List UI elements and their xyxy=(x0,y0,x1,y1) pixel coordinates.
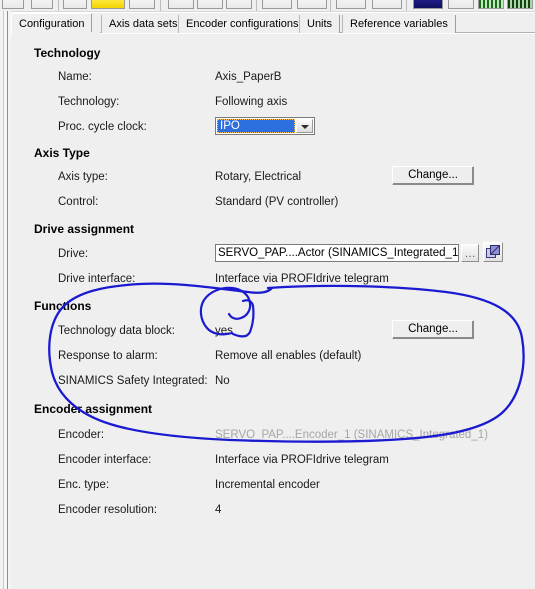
group-title-axis-type: Axis Type xyxy=(34,146,90,160)
label-encoder-resolution: Encoder resolution: xyxy=(58,504,158,516)
toolbar-separator-2 xyxy=(160,0,161,11)
ellipsis-icon: ... xyxy=(465,248,476,260)
toolbar-separator-4 xyxy=(330,0,331,11)
proc-cycle-clock-selected: IPO xyxy=(217,119,295,133)
tab-axis-data-sets[interactable]: Axis data sets xyxy=(101,15,186,33)
application-window: Configuration Axis data sets Encoder con… xyxy=(0,0,535,589)
group-title-encoder-assignment: Encoder assignment xyxy=(34,402,153,416)
tab-reference-variables-label: Reference variables xyxy=(350,18,448,30)
group-title-drive-assignment: Drive assignment xyxy=(34,222,135,236)
value-control: Standard (PV controller) xyxy=(215,196,339,208)
drive-browse-button[interactable]: ... xyxy=(461,244,479,262)
open-object-icon xyxy=(486,245,500,258)
label-control: Control: xyxy=(58,196,99,208)
label-name: Name: xyxy=(58,71,92,83)
value-response-to-alarm: Remove all enables (default) xyxy=(215,350,362,362)
toolbar-button-6[interactable] xyxy=(197,0,223,9)
group-title-functions: Functions xyxy=(34,299,92,313)
value-axis-type: Rotary, Electrical xyxy=(215,171,302,183)
toolbar-button-8[interactable] xyxy=(262,0,292,9)
toolbar-button-5[interactable] xyxy=(168,0,194,9)
toolbar-separator-3 xyxy=(256,0,257,11)
drive-goto-button[interactable] xyxy=(483,242,503,262)
proc-cycle-clock-dropdown-button[interactable] xyxy=(296,119,313,133)
group-title-technology: Technology xyxy=(34,46,101,60)
label-sinamics-safety-integrated: SINAMICS Safety Integrated: xyxy=(58,375,208,387)
toolbar-button-13[interactable] xyxy=(448,0,474,9)
label-response-to-alarm: Response to alarm: xyxy=(58,350,158,362)
label-axis-type: Axis type: xyxy=(58,171,108,183)
toolbar xyxy=(0,0,535,12)
tab-panel: Configuration Axis data sets Encoder con… xyxy=(11,13,535,589)
tab-configuration-label: Configuration xyxy=(19,18,85,30)
tab-units-label: Units xyxy=(307,18,333,30)
value-sinamics-safety-integrated: No xyxy=(215,375,230,387)
toolbar-button-2[interactable] xyxy=(31,0,53,9)
toolbar-button-12[interactable] xyxy=(413,0,443,9)
toolbar-separator-5 xyxy=(406,0,407,11)
tab-reference-variables[interactable]: Reference variables xyxy=(342,15,456,33)
toolbar-separator-1 xyxy=(58,0,59,11)
proc-cycle-clock-value: IPO xyxy=(220,120,240,132)
label-technology: Technology: xyxy=(58,96,120,108)
label-drive: Drive: xyxy=(58,248,89,260)
value-encoder-interface: Interface via PROFIdrive telegram xyxy=(215,454,389,466)
tab-configuration-mask xyxy=(12,32,100,34)
value-technology-data-block: yes xyxy=(215,325,233,337)
label-enc-type: Enc. type: xyxy=(58,479,110,491)
toolbar-button-1[interactable] xyxy=(2,0,24,9)
value-drive-interface: Interface via PROFIdrive telegram xyxy=(215,273,389,285)
change-axis-type-button[interactable]: Change... xyxy=(392,166,474,185)
configuration-form: Technology Name: Axis_PaperB Technology:… xyxy=(11,34,535,589)
toolbar-button-15[interactable] xyxy=(507,0,533,9)
value-enc-type: Incremental encoder xyxy=(215,479,320,491)
toolbar-button-4[interactable] xyxy=(129,0,155,9)
value-technology: Following axis xyxy=(215,96,288,108)
toolbar-button-7[interactable] xyxy=(226,0,252,9)
tab-configuration[interactable]: Configuration xyxy=(11,13,93,34)
proc-cycle-clock-combo[interactable]: IPO xyxy=(215,117,315,135)
value-encoder: SERVO_PAP....Encoder_1 (SINAMICS_Integra… xyxy=(215,429,488,441)
toolbar-button-10[interactable] xyxy=(336,0,366,9)
toolbar-button-9[interactable] xyxy=(297,0,327,9)
drive-input-value: SERVO_PAP....Actor (SINAMICS_Integrated_… xyxy=(218,247,459,259)
label-drive-interface: Drive interface: xyxy=(58,273,136,285)
toolbar-button-11[interactable] xyxy=(372,0,402,9)
tab-encoder-configurations-label: Encoder configurations xyxy=(186,18,299,30)
label-technology-data-block: Technology data block: xyxy=(58,325,175,337)
label-encoder: Encoder: xyxy=(58,429,105,441)
label-encoder-interface: Encoder interface: xyxy=(58,454,152,466)
change-functions-button[interactable]: Change... xyxy=(392,320,474,339)
toolbar-button-3[interactable] xyxy=(63,0,87,9)
toolbar-button-14[interactable] xyxy=(478,0,504,9)
tab-encoder-configurations[interactable]: Encoder configurations xyxy=(178,15,307,33)
value-name: Axis_PaperB xyxy=(215,71,282,83)
tab-axis-data-sets-label: Axis data sets xyxy=(109,18,178,30)
chevron-down-icon xyxy=(301,125,309,129)
drive-input[interactable]: SERVO_PAP....Actor (SINAMICS_Integrated_… xyxy=(215,244,459,262)
toolbar-button-highlight[interactable] xyxy=(91,0,125,9)
tab-strip: Configuration Axis data sets Encoder con… xyxy=(11,13,535,34)
tab-units[interactable]: Units xyxy=(299,15,341,33)
value-encoder-resolution: 4 xyxy=(215,504,222,516)
label-proc-cycle-clock: Proc. cycle clock: xyxy=(58,121,147,133)
